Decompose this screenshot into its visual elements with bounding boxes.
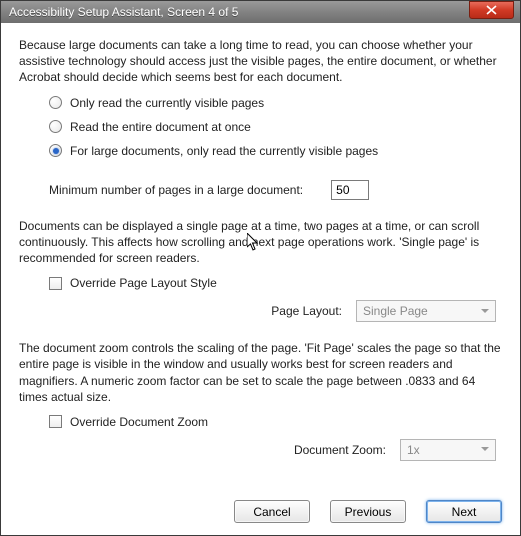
intro-text: Because large documents can take a long … <box>19 37 502 86</box>
override-zoom-label: Override Document Zoom <box>70 415 208 429</box>
override-zoom-row[interactable]: Override Document Zoom <box>49 415 502 429</box>
min-pages-input[interactable] <box>331 180 369 200</box>
cancel-button-label: Cancel <box>253 505 290 519</box>
dialog-content: Because large documents can take a long … <box>1 23 520 496</box>
page-layout-value: Single Page <box>363 304 428 318</box>
document-zoom-row: Document Zoom: 1x <box>19 439 502 461</box>
cancel-button[interactable]: Cancel <box>234 500 310 523</box>
chevron-down-icon <box>477 441 493 459</box>
override-layout-label: Override Page Layout Style <box>70 276 217 290</box>
page-layout-label: Page Layout: <box>271 304 342 318</box>
radio-icon <box>49 120 62 133</box>
document-zoom-label: Document Zoom: <box>294 443 386 457</box>
button-row: Cancel Previous Next <box>1 496 520 535</box>
next-button[interactable]: Next <box>426 500 502 523</box>
window-title: Accessibility Setup Assistant, Screen 4 … <box>9 5 514 19</box>
close-button[interactable] <box>469 1 514 19</box>
page-layout-row: Page Layout: Single Page <box>19 300 502 322</box>
close-icon <box>486 5 497 15</box>
override-layout-row[interactable]: Override Page Layout Style <box>49 276 502 290</box>
reading-mode-option-entire[interactable]: Read the entire document at once <box>49 120 502 134</box>
min-pages-label: Minimum number of pages in a large docum… <box>49 183 303 197</box>
page-layout-combo[interactable]: Single Page <box>356 300 496 322</box>
radio-label: Read the entire document at once <box>70 120 251 134</box>
dialog-window: Accessibility Setup Assistant, Screen 4 … <box>0 0 521 536</box>
next-button-label: Next <box>452 505 477 519</box>
checkbox-icon <box>49 415 62 428</box>
titlebar: Accessibility Setup Assistant, Screen 4 … <box>1 1 520 23</box>
reading-mode-option-visible[interactable]: Only read the currently visible pages <box>49 96 502 110</box>
radio-icon <box>49 144 62 157</box>
min-pages-row: Minimum number of pages in a large docum… <box>49 180 502 200</box>
radio-icon <box>49 96 62 109</box>
document-zoom-value: 1x <box>407 443 420 457</box>
reading-mode-option-large[interactable]: For large documents, only read the curre… <box>49 144 502 158</box>
previous-button[interactable]: Previous <box>330 500 406 523</box>
zoom-text: The document zoom controls the scaling o… <box>19 340 502 405</box>
checkbox-icon <box>49 277 62 290</box>
previous-button-label: Previous <box>345 505 392 519</box>
radio-label: Only read the currently visible pages <box>70 96 264 110</box>
reading-mode-group: Only read the currently visible pages Re… <box>49 96 502 158</box>
layout-text: Documents can be displayed a single page… <box>19 218 502 267</box>
radio-label: For large documents, only read the curre… <box>70 144 378 158</box>
document-zoom-combo[interactable]: 1x <box>400 439 496 461</box>
chevron-down-icon <box>477 302 493 320</box>
